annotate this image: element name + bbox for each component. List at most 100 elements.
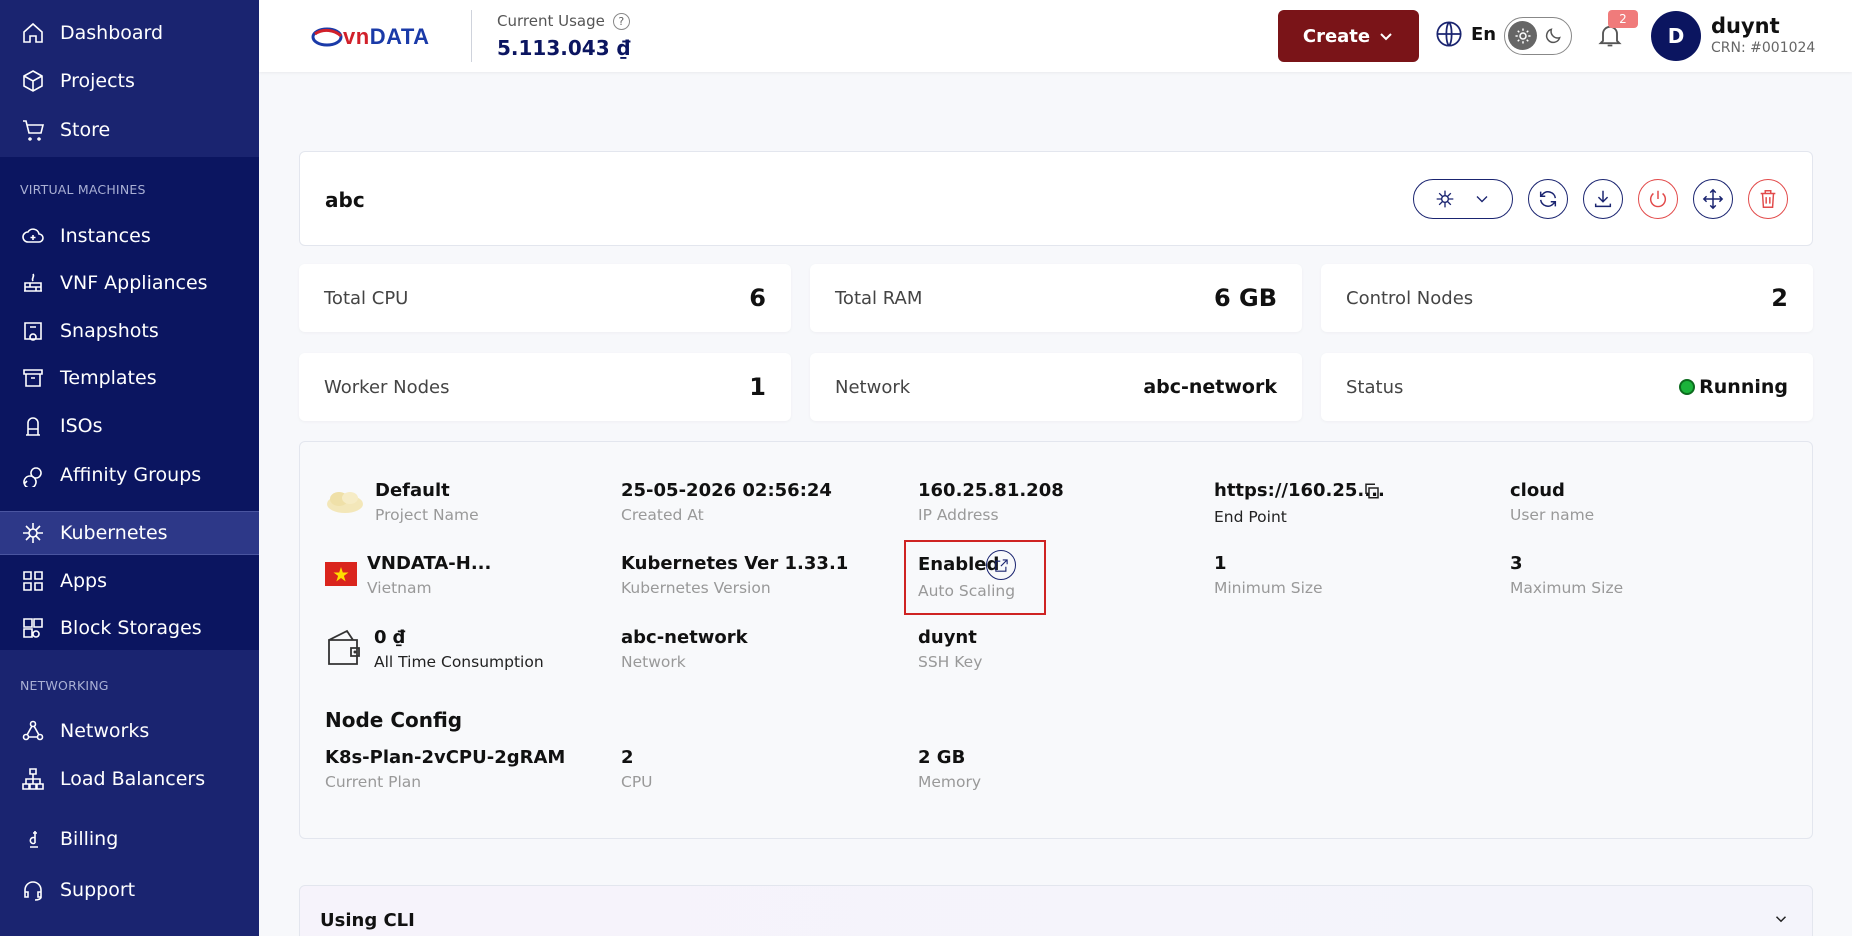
status-dot-icon bbox=[1679, 379, 1696, 395]
sidebar-item-label: Kubernetes bbox=[60, 522, 168, 544]
sidebar-item-label: Templates bbox=[60, 367, 157, 389]
delete-button[interactable] bbox=[1748, 179, 1788, 219]
chevron-down-icon bbox=[1476, 196, 1487, 203]
stat-value: 1 bbox=[749, 373, 766, 401]
sidebar-item-load-balancers[interactable]: Load Balancers bbox=[0, 757, 259, 801]
zone-value: VNDATA-H... bbox=[367, 553, 492, 574]
cart-icon bbox=[20, 117, 46, 143]
sidebar-item-block-storages[interactable]: Block Storages bbox=[0, 606, 259, 650]
create-button-label: Create bbox=[1302, 25, 1371, 47]
sidebar-item-label: Dashboard bbox=[60, 22, 164, 44]
current-usage-label-text: Current Usage bbox=[497, 12, 605, 30]
sidebar-item-label: Affinity Groups bbox=[60, 464, 202, 486]
edit-auto-scaling-button[interactable] bbox=[986, 550, 1016, 580]
consumption-value: 0 ₫ bbox=[374, 627, 406, 648]
grid-icon bbox=[20, 568, 46, 594]
chevron-down-icon bbox=[1380, 33, 1392, 41]
camera-icon bbox=[20, 318, 46, 344]
trash-icon bbox=[1760, 190, 1776, 208]
kubernetes-version-label: Kubernetes Version bbox=[621, 579, 771, 597]
box-icon bbox=[20, 68, 46, 94]
created-at-value: 25-05-2026 02:56:24 bbox=[621, 480, 832, 501]
download-icon bbox=[1594, 190, 1612, 208]
sidebar-item-label: Projects bbox=[60, 70, 135, 92]
sidebar-item-support[interactable]: Support bbox=[0, 868, 259, 912]
minimum-size-label: Minimum Size bbox=[1214, 579, 1323, 597]
sidebar-item-networks[interactable]: Networks bbox=[0, 709, 259, 753]
notification-badge: 2 bbox=[1608, 10, 1638, 28]
download-button[interactable] bbox=[1583, 179, 1623, 219]
refresh-icon bbox=[1539, 191, 1557, 207]
section-label-virtual-machines: VIRTUAL MACHINES bbox=[20, 182, 146, 197]
cpu-value: 2 bbox=[621, 747, 634, 768]
sidebar-item-label: Store bbox=[60, 119, 111, 141]
vndata-logo[interactable]: vnDATA bbox=[311, 24, 430, 50]
cloud-icon bbox=[20, 223, 46, 249]
cluster-name: abc bbox=[325, 188, 365, 212]
sidebar-item-dashboard[interactable]: Dashboard bbox=[0, 11, 259, 55]
theme-toggle[interactable] bbox=[1504, 17, 1572, 55]
maximum-size-value: 3 bbox=[1510, 553, 1523, 574]
affinity-icon bbox=[20, 462, 46, 488]
copy-icon[interactable] bbox=[1363, 482, 1381, 500]
sidebar-item-projects[interactable]: Projects bbox=[0, 59, 259, 103]
stat-label: Total RAM bbox=[835, 287, 923, 309]
dong-icon bbox=[20, 826, 46, 852]
refresh-button[interactable] bbox=[1528, 179, 1568, 219]
using-cli-accordion[interactable]: Using CLI bbox=[299, 885, 1813, 936]
sidebar-item-isos[interactable]: ISOs bbox=[0, 404, 259, 448]
notifications-button[interactable]: 2 bbox=[1596, 10, 1638, 52]
external-edit-icon bbox=[994, 558, 1008, 572]
sidebar-item-templates[interactable]: Templates bbox=[0, 356, 259, 400]
ssh-key-label: SSH Key bbox=[918, 653, 983, 671]
user-name-value: cloud bbox=[1510, 480, 1565, 501]
avatar[interactable]: D bbox=[1651, 11, 1701, 61]
using-cli-title: Using CLI bbox=[320, 910, 415, 931]
sidebar-item-kubernetes[interactable]: Kubernetes bbox=[0, 511, 259, 555]
kubernetes-actions-dropdown[interactable] bbox=[1413, 179, 1513, 219]
headset-icon bbox=[20, 877, 46, 903]
created-at-label: Created At bbox=[621, 506, 704, 524]
stat-label: Worker Nodes bbox=[324, 376, 450, 398]
logo-vn-text: vn bbox=[343, 24, 370, 49]
sidebar-item-apps[interactable]: Apps bbox=[0, 559, 259, 603]
header-divider bbox=[471, 10, 472, 62]
helm-icon bbox=[1436, 190, 1453, 208]
project-name-value: Default bbox=[375, 480, 450, 501]
sidebar-item-vnf-appliances[interactable]: VNF Appliances bbox=[0, 261, 259, 305]
sidebar-item-label: Billing bbox=[60, 828, 119, 850]
logo-data-text: DATA bbox=[369, 24, 430, 49]
sidebar-item-store[interactable]: Store bbox=[0, 108, 259, 152]
sidebar-item-affinity-groups[interactable]: Affinity Groups bbox=[0, 453, 259, 497]
iso-icon bbox=[20, 413, 46, 439]
logo-globe-icon bbox=[311, 27, 343, 47]
sidebar-item-label: Support bbox=[60, 879, 136, 901]
create-button[interactable]: Create bbox=[1278, 10, 1419, 62]
endpoint-value: https://160.25.... bbox=[1214, 480, 1385, 501]
auto-scaling-highlight bbox=[904, 540, 1046, 615]
power-button[interactable] bbox=[1638, 179, 1678, 219]
sidebar-item-billing[interactable]: Billing bbox=[0, 817, 259, 861]
storage-icon bbox=[20, 615, 46, 641]
stat-value: 2 bbox=[1771, 284, 1788, 312]
globe-icon bbox=[1436, 21, 1462, 47]
sidebar-item-snapshots[interactable]: Snapshots bbox=[0, 309, 259, 353]
stat-control-nodes: Control Nodes 2 bbox=[1321, 264, 1813, 332]
help-icon[interactable]: ? bbox=[612, 12, 630, 30]
network-label: Network bbox=[621, 653, 686, 671]
user-name[interactable]: duynt bbox=[1711, 14, 1780, 38]
scale-button[interactable] bbox=[1693, 179, 1733, 219]
zone-label: Vietnam bbox=[367, 579, 432, 597]
stat-value: abc-network bbox=[1143, 376, 1277, 398]
sidebar-item-instances[interactable]: Instances bbox=[0, 214, 259, 258]
cpu-label: CPU bbox=[621, 773, 653, 791]
current-plan-value: K8s-Plan-2vCPU-2gRAM bbox=[325, 747, 566, 768]
language-label: En bbox=[1471, 23, 1497, 45]
sidebar-item-label: Snapshots bbox=[60, 320, 159, 342]
language-selector[interactable]: En bbox=[1435, 20, 1496, 48]
stat-label: Network bbox=[835, 376, 911, 398]
top-header: vnDATA Current Usage ? 5.113.043 ₫ Creat… bbox=[259, 0, 1852, 72]
memory-label: Memory bbox=[918, 773, 982, 791]
status-text: Running bbox=[1699, 376, 1788, 398]
stat-label: Control Nodes bbox=[1346, 287, 1474, 309]
